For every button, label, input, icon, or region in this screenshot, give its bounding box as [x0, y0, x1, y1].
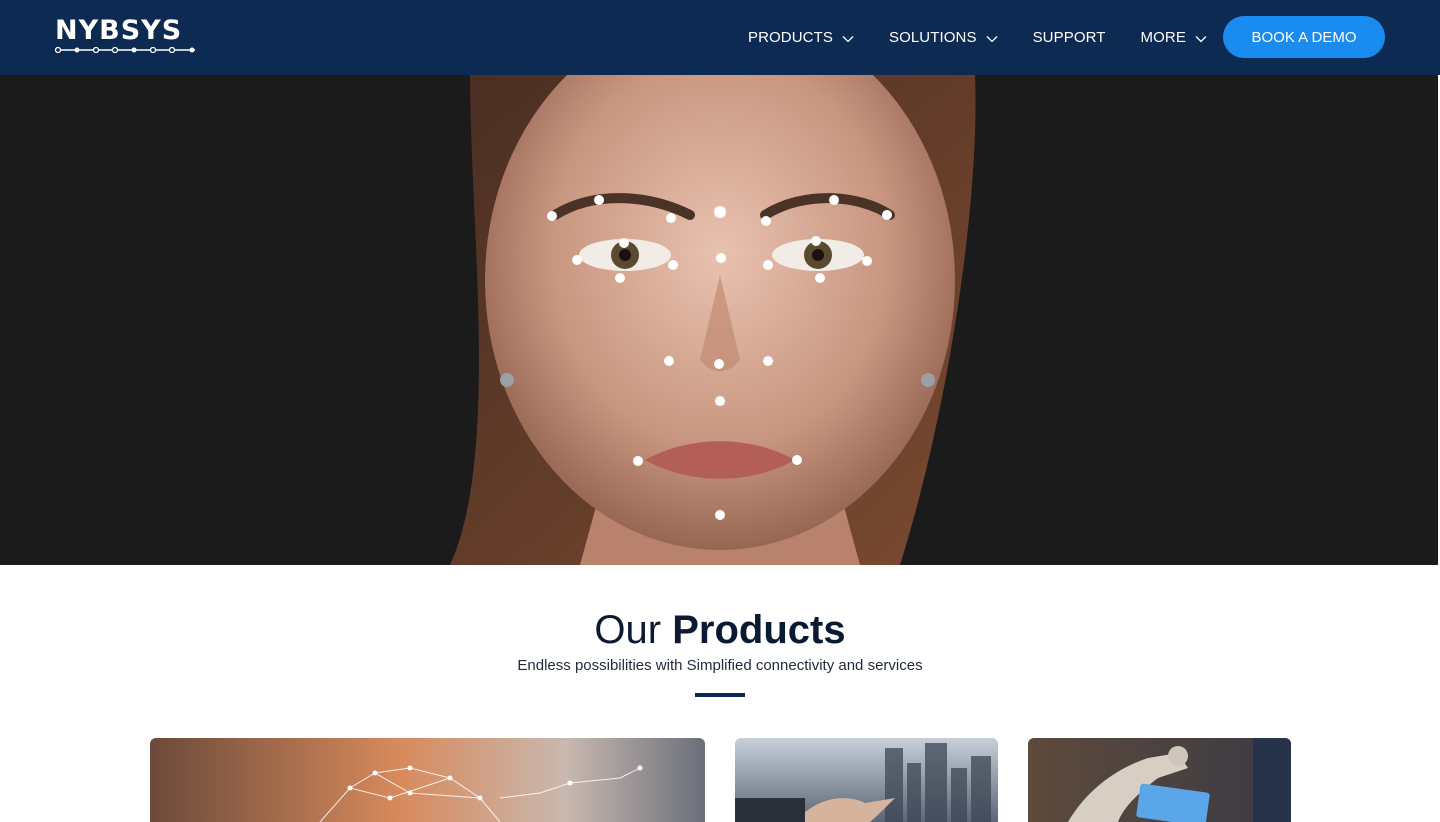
nav-label-solutions: SOLUTIONS — [888, 29, 977, 46]
nav-item-products[interactable]: PRODUCTS — [748, 0, 854, 75]
nav-item-support[interactable]: SUPPORT — [1033, 0, 1106, 75]
main-nav: PRODUCTS SOLUTIONS SUPPORT MORE — [748, 0, 1207, 75]
product-card-partnership[interactable] — [735, 738, 998, 822]
nav-label-more: MORE — [1140, 29, 1186, 46]
hero-banner — [0, 75, 1438, 565]
chevron-down-icon — [1195, 35, 1207, 42]
face-recognition-image — [0, 75, 1438, 565]
nav-label-products: PRODUCTS — [748, 29, 833, 46]
logo-text: NYBSYS — [55, 15, 183, 46]
chevron-down-icon — [842, 35, 854, 42]
products-heading-light: Our — [594, 608, 662, 652]
book-demo-button[interactable]: BOOK A DEMO — [1223, 16, 1385, 58]
site-header: NYBSYS PRODUCTS SOLUTIONS SUPPORT MORE B… — [0, 0, 1440, 75]
handshake-city-image — [735, 738, 998, 822]
products-heading: Our Products — [0, 604, 1440, 656]
nybsys-logo[interactable]: NYBSYS — [55, 15, 200, 54]
robot-tablet-image — [1028, 738, 1291, 822]
products-heading-bold: Products — [672, 608, 846, 652]
logo-circuit-decoration — [55, 47, 195, 53]
product-card-network[interactable] — [150, 738, 705, 822]
chevron-down-icon — [986, 35, 998, 42]
section-divider — [695, 693, 745, 697]
nav-label-support: SUPPORT — [1032, 29, 1106, 46]
product-card-industrial[interactable] — [1028, 738, 1291, 822]
nav-item-solutions[interactable]: SOLUTIONS — [889, 0, 998, 75]
network-image — [150, 738, 705, 822]
nav-item-more[interactable]: MORE — [1141, 0, 1207, 75]
products-subtitle: Endless possibilities with Simplified co… — [517, 657, 923, 674]
